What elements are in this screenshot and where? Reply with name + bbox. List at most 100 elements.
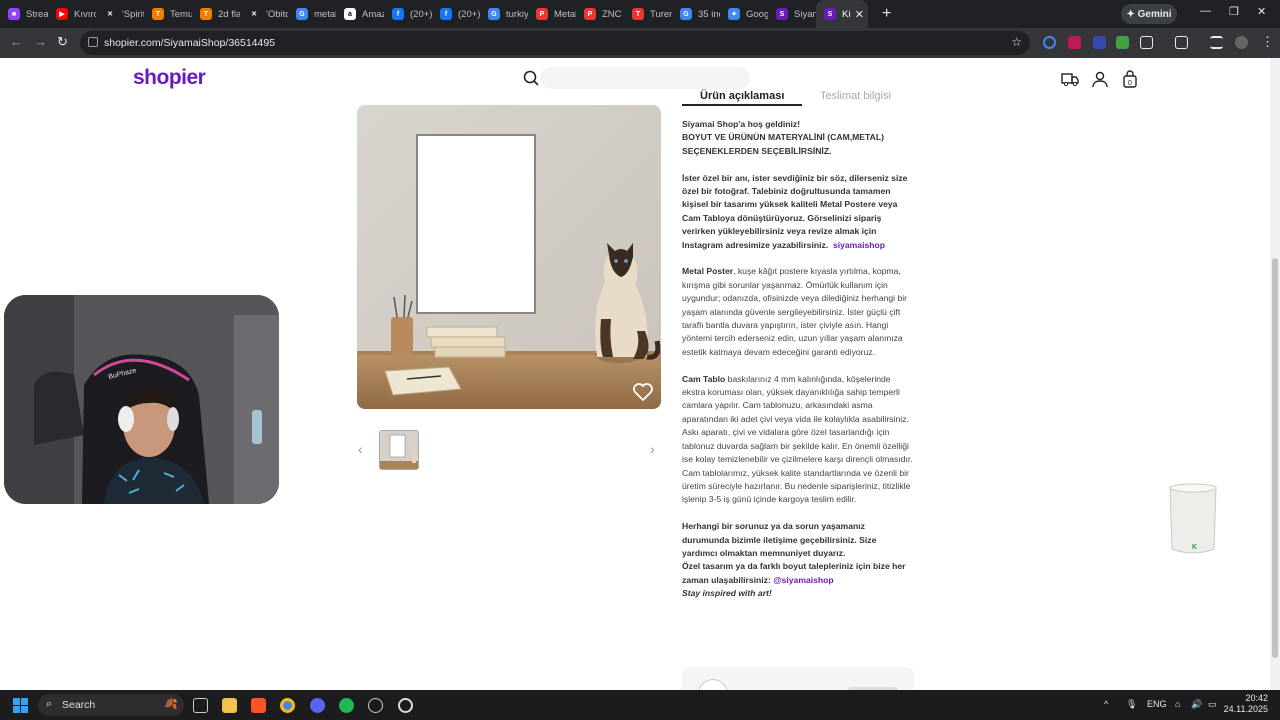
close-window-button[interactable]: ✕ (1257, 5, 1266, 18)
site-info-icon[interactable] (88, 37, 98, 47)
search-input[interactable] (540, 67, 750, 89)
spotify-icon[interactable] (339, 698, 354, 713)
tab-label: turkiye (506, 8, 528, 20)
browser-tab[interactable]: f (20+) in (384, 0, 432, 28)
search-highlight-icon: 🍂 (164, 698, 178, 710)
glass-text: baskılarınız 4 mm kalınlığında, köşeleri… (682, 373, 913, 465)
media-icon[interactable] (1210, 36, 1223, 49)
browser-tab[interactable]: T 2d flat (192, 0, 240, 28)
browser-tab[interactable]: Gturkiye (480, 0, 528, 28)
tab-label: ZNC Jin (602, 8, 624, 20)
active-tab-indicator (682, 104, 802, 106)
file-explorer-icon[interactable] (222, 698, 237, 713)
maximize-button[interactable]: ❐ (1229, 5, 1239, 18)
gemini-button[interactable]: ✦ Gemini (1121, 4, 1177, 24)
browser-tab[interactable]: P Metal P (528, 0, 576, 28)
browser-tab[interactable]: P ZNC Jin (576, 0, 624, 28)
obs-icon[interactable] (368, 698, 383, 713)
contact-text: Herhangi bir sorunuz ya da sorun yaşaman… (682, 521, 877, 558)
volume-icon[interactable]: 🔊 (1191, 699, 1202, 710)
tab-label: 2d flat (218, 8, 240, 20)
tab-favicon-icon: P (584, 8, 596, 20)
browser-tab[interactable]: ✕ 'Spirit o (96, 0, 144, 28)
page-scrollbar[interactable] (1270, 58, 1280, 690)
battery-icon[interactable]: ▭ (1208, 699, 1217, 710)
search-icon[interactable] (523, 70, 539, 86)
clock-date: 24.11.2025 (1223, 704, 1268, 714)
sidebar-icon[interactable] (1175, 36, 1188, 49)
task-view-icon[interactable] (193, 698, 208, 713)
gallery-next-arrow[interactable]: › (650, 441, 655, 457)
favorite-heart-icon[interactable] (633, 383, 653, 401)
shopier-logo[interactable]: shopier (133, 66, 206, 90)
browser-tab[interactable]: T Temu (144, 0, 192, 28)
profile-avatar[interactable] (1235, 36, 1248, 49)
browser-tab[interactable]: G 35 inch (672, 0, 720, 28)
browser-tab[interactable]: ▶ Kıvırcık (48, 0, 96, 28)
quality-text: Cam tablolarımız, yüksek kalite standart… (682, 467, 911, 505)
tab-favicon-icon: ✕ (248, 8, 260, 20)
browser-tab[interactable]: S Siyama (768, 0, 816, 28)
search-icon: ⌕ (46, 698, 53, 710)
closing-text: Stay inspired with art! (682, 588, 772, 599)
menu-icon[interactable]: ⋮ (1261, 34, 1274, 50)
chrome-icon[interactable] (280, 698, 295, 713)
tab-favicon-icon: S (824, 8, 836, 20)
browser-tab-strip: ■Stream▶Kıvırcık✕'Spirit oTTemuT2d flat✕… (0, 0, 1280, 28)
browser-tab[interactable]: Gmetal p (288, 0, 336, 28)
metal-poster-text: , kuşe kâğıt postere kıyasla yırtılma, k… (682, 266, 908, 357)
network-icon[interactable]: ⌂ (1175, 699, 1180, 709)
shopping-bag-icon[interactable]: 0 (1121, 70, 1139, 88)
tab-favicon-icon: a (344, 8, 356, 20)
tray-chevron-icon[interactable]: ^ (1104, 699, 1108, 709)
system-clock[interactable]: 20:42 24.11.2025 (1224, 693, 1268, 715)
discord-icon[interactable] (310, 698, 325, 713)
taskbar-search[interactable]: ⌕ Search 🍂 (38, 694, 184, 716)
browser-tab[interactable]: ■ Stream (0, 0, 48, 28)
svg-text:K: K (1192, 544, 1197, 551)
browser-tab[interactable]: ✕ 'Obito, (240, 0, 288, 28)
back-button[interactable]: ← (10, 34, 23, 49)
browser-tab[interactable]: S Ki ✕ (816, 0, 868, 28)
tab-label: (20+) (458, 8, 480, 20)
gallery-prev-arrow[interactable]: ‹ (358, 441, 363, 457)
language-indicator[interactable]: ENG (1147, 699, 1167, 709)
forward-button[interactable]: → (34, 34, 47, 49)
minimize-button[interactable]: — (1200, 5, 1211, 17)
windows-taskbar: ⌕ Search 🍂 ^ 🎙 ENG ⌂ 🔊 ▭ 20:42 24.11.202… (0, 690, 1280, 720)
browser-tab[interactable]: ✦ Google (720, 0, 768, 28)
windows-start-icon[interactable] (13, 698, 28, 713)
extension-icon[interactable] (1116, 36, 1129, 49)
extension-icon[interactable] (1093, 36, 1106, 49)
tab-favicon-icon: ▶ (56, 8, 68, 20)
browser-tab[interactable]: f (20+) (432, 0, 480, 28)
metal-poster-title: Metal Poster (682, 266, 734, 277)
tab-shipping[interactable]: Teslimat bilgisi (820, 90, 891, 102)
user-icon[interactable] (1091, 70, 1109, 88)
address-bar[interactable]: shopier.com/SiyamaiShop/36514495 ☆ (80, 31, 1030, 55)
tab-label: Metal P (554, 8, 576, 20)
extensions-puzzle-icon[interactable] (1140, 36, 1153, 49)
browser-tab[interactable]: a Amazon (336, 0, 384, 28)
microphone-icon[interactable]: 🎙 (1126, 699, 1137, 710)
truck-icon[interactable] (1061, 70, 1079, 88)
site-header: shopier 0 (0, 58, 1270, 98)
instagram-handle-link[interactable]: @siyamaishop (773, 575, 833, 585)
product-main-image[interactable] (357, 105, 661, 409)
clock-time: 20:42 (1245, 693, 1268, 703)
instagram-link[interactable]: siyamaishop (833, 240, 885, 250)
scroll-thumb[interactable] (1272, 258, 1278, 658)
extension-icon[interactable] (1043, 36, 1056, 49)
tab-favicon-icon: ■ (8, 8, 20, 20)
brave-icon[interactable] (251, 698, 266, 713)
product-thumbnail[interactable] (379, 430, 419, 470)
close-tab-icon[interactable]: ✕ (855, 8, 864, 21)
bookmark-star-icon[interactable]: ☆ (1011, 35, 1022, 49)
browser-tab[interactable]: T Tureng (624, 0, 672, 28)
tab-description[interactable]: Ürün açıklaması (700, 90, 784, 102)
extension-icon[interactable] (1068, 36, 1081, 49)
browser-toolbar: ← → ↻ shopier.com/SiyamaiShop/36514495 ☆… (0, 28, 1280, 58)
settings-icon[interactable] (398, 698, 413, 713)
reload-button[interactable]: ↻ (57, 34, 68, 50)
new-tab-button[interactable]: + (882, 5, 900, 23)
